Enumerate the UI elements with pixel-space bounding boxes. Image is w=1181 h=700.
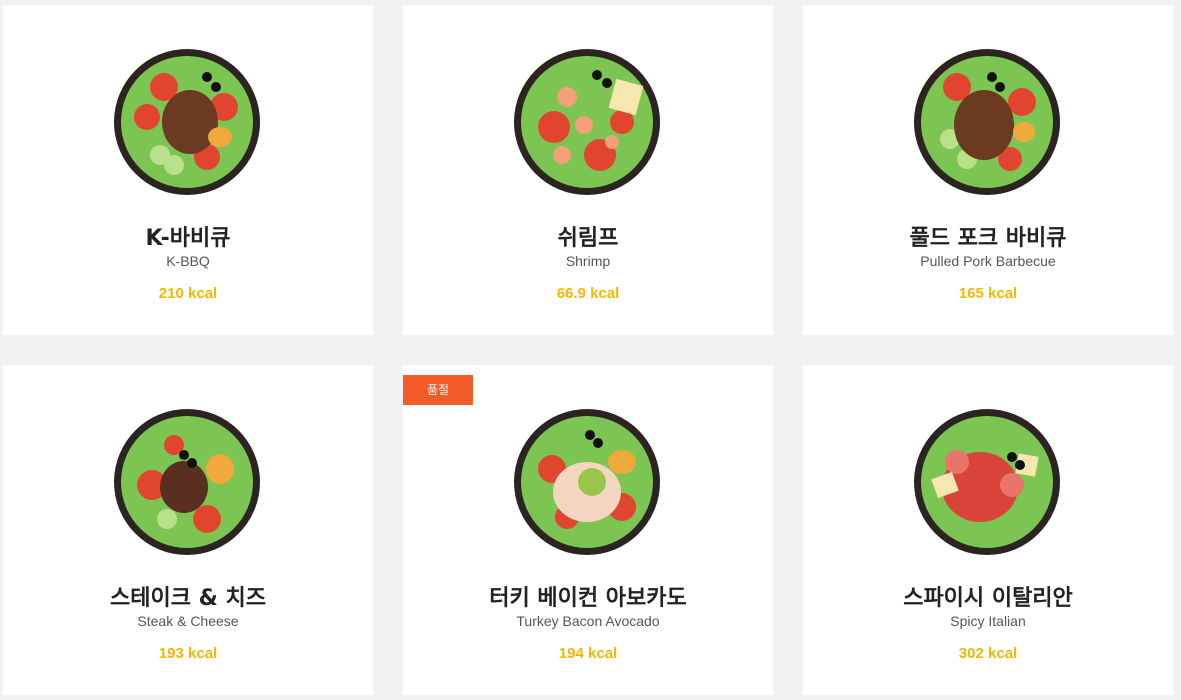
product-card-turkey-bacon-avocado[interactable]: 품절 터키 베이컨 아보카도 Turkey Bacon Avocado 194 … (403, 365, 773, 695)
product-card-pulled-pork[interactable]: 풀드 포크 바비큐 Pulled Pork Barbecue 165 kcal (803, 5, 1173, 335)
salad-bowl-steak-icon (112, 407, 262, 557)
product-name-english: K-BBQ (166, 253, 210, 269)
product-name-korean: 쉬림프 (557, 226, 619, 251)
sold-out-badge: 품절 (403, 375, 473, 405)
product-name-english: Pulled Pork Barbecue (920, 253, 1056, 269)
product-name-korean: 스파이시 이탈리안 (903, 586, 1073, 611)
product-name-english: Turkey Bacon Avocado (516, 613, 660, 629)
product-card-k-bbq[interactable]: K-바비큐 K-BBQ 210 kcal (3, 5, 373, 335)
salad-bowl-turkey-avocado-icon (512, 407, 662, 557)
product-calories: 193 kcal (158, 645, 218, 662)
product-card-spicy-italian[interactable]: 스파이시 이탈리안 Spicy Italian 302 kcal (803, 365, 1173, 695)
salad-bowl-pulled-pork-icon (912, 47, 1062, 197)
salad-bowl-shrimp-icon (512, 47, 662, 197)
product-name-korean: 스테이크 & 치즈 (110, 586, 266, 611)
product-name-korean: 터키 베이컨 아보카도 (489, 586, 687, 611)
product-calories: 210 kcal (158, 285, 218, 302)
salad-bowl-kbbq-icon (112, 47, 262, 197)
salad-bowl-spicy-italian-icon (912, 407, 1062, 557)
product-card-shrimp[interactable]: 쉬림프 Shrimp 66.9 kcal (403, 5, 773, 335)
product-grid: K-바비큐 K-BBQ 210 kcal 쉬림프 Shrimp 66.9 kca… (3, 5, 1173, 695)
product-calories: 194 kcal (558, 645, 618, 662)
product-name-korean: K-바비큐 (145, 226, 231, 251)
product-name-english: Shrimp (565, 253, 611, 269)
product-calories: 165 kcal (958, 285, 1018, 302)
product-name-korean: 풀드 포크 바비큐 (909, 226, 1067, 251)
product-calories: 302 kcal (958, 645, 1018, 662)
product-card-steak-cheese[interactable]: 스테이크 & 치즈 Steak & Cheese 193 kcal (3, 365, 373, 695)
product-name-english: Spicy Italian (950, 613, 1026, 629)
product-name-english: Steak & Cheese (137, 613, 239, 629)
product-calories: 66.9 kcal (556, 285, 620, 302)
